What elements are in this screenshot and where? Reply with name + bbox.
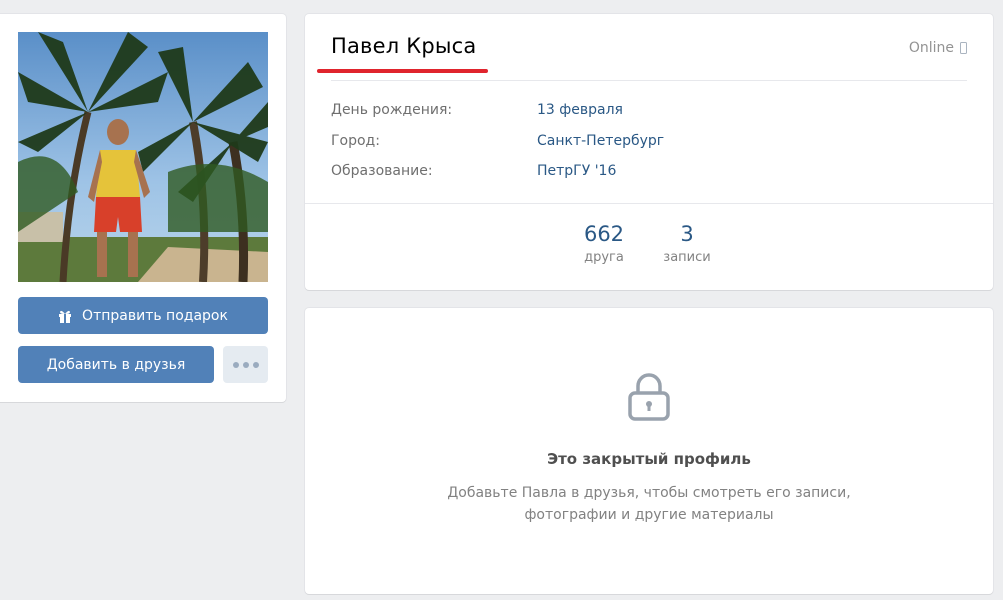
more-dots-icon xyxy=(232,361,259,368)
lock-icon xyxy=(628,373,670,421)
education-label: Образование: xyxy=(331,163,433,179)
avatar-image xyxy=(18,32,268,282)
online-status-label: Online xyxy=(908,40,954,56)
send-gift-label: Отправить подарок xyxy=(82,307,228,324)
city-value[interactable]: Санкт-Петербург xyxy=(537,133,664,149)
profile-sidebar: Отправить подарок Добавить в друзья xyxy=(0,14,286,402)
posts-counter[interactable]: 3 записи xyxy=(657,222,717,265)
add-friend-button[interactable]: Добавить в друзья xyxy=(18,346,214,383)
closed-profile-description-line: Добавьте Павла в друзья, чтобы смотреть … xyxy=(447,485,851,501)
profile-avatar-photo[interactable] xyxy=(18,32,268,282)
city-label: Город: xyxy=(331,133,380,149)
friends-count-label: друга xyxy=(584,250,624,265)
closed-profile-title: Это закрытый профиль xyxy=(547,450,751,468)
friends-count: 662 xyxy=(583,222,625,246)
divider xyxy=(331,80,967,81)
add-friend-label: Добавить в друзья xyxy=(46,356,186,373)
closed-profile-card: Это закрытый профиль Добавьте Павла в др… xyxy=(305,308,993,594)
name-annotation-underline xyxy=(317,69,488,73)
divider xyxy=(305,203,993,204)
mobile-phone-icon xyxy=(960,42,967,54)
closed-profile-description: Добавьте Павла в друзья, чтобы смотреть … xyxy=(305,482,993,526)
profile-info-card: Павел Крыса Online День рождения: 13 фев… xyxy=(305,14,993,290)
friends-counter[interactable]: 662 друга xyxy=(579,222,629,265)
gift-icon xyxy=(59,310,72,323)
posts-count: 3 xyxy=(680,222,694,246)
more-actions-button[interactable] xyxy=(223,346,268,383)
birthday-label: День рождения: xyxy=(331,102,453,118)
online-status: Online xyxy=(909,40,967,56)
closed-profile-description-line: фотографии и другие материалы xyxy=(524,507,774,523)
education-value[interactable]: ПетрГУ '16 xyxy=(537,163,616,179)
posts-count-label: записи xyxy=(663,250,711,265)
profile-name: Павел Крыса xyxy=(331,34,477,58)
birthday-value[interactable]: 13 февраля xyxy=(537,102,623,118)
send-gift-button[interactable]: Отправить подарок xyxy=(18,297,268,334)
